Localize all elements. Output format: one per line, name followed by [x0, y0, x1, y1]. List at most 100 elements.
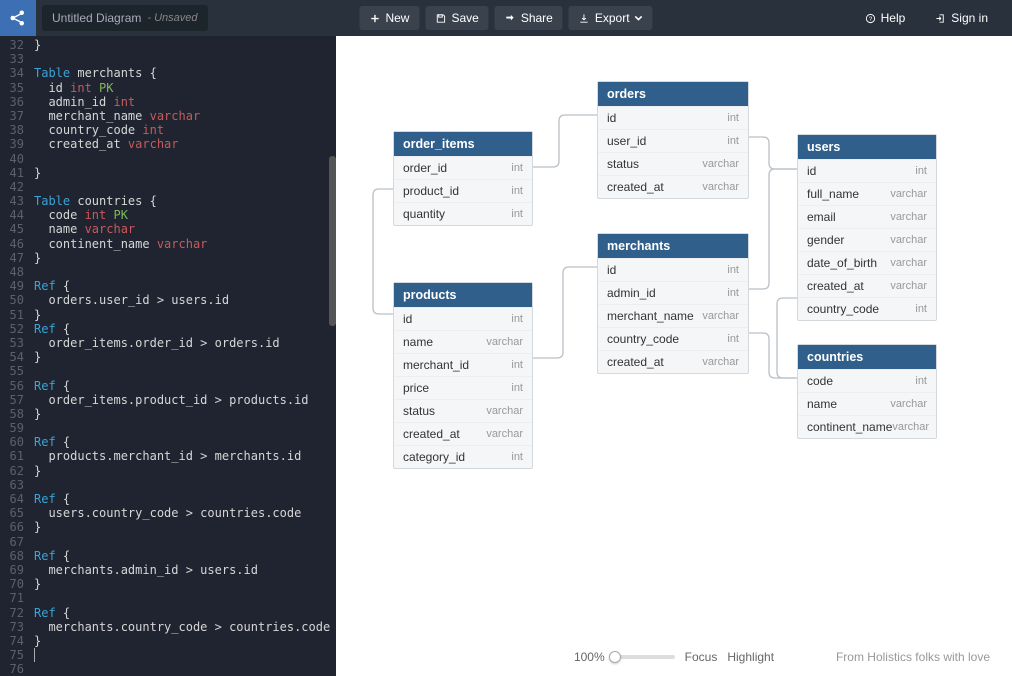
code-line[interactable]: 33 — [0, 52, 336, 66]
code-line[interactable]: 48 — [0, 265, 336, 279]
code-line[interactable]: 54} — [0, 350, 336, 364]
code-line[interactable]: 34Table merchants { — [0, 66, 336, 80]
code-line[interactable]: 50 orders.user_id > users.id — [0, 293, 336, 307]
table-column-row[interactable]: full_namevarchar — [798, 182, 936, 205]
table-merchants[interactable]: merchantsidintadmin_idintmerchant_nameva… — [597, 233, 749, 374]
table-column-row[interactable]: country_codeint — [798, 297, 936, 320]
code-line[interactable]: 72Ref { — [0, 606, 336, 620]
code-line[interactable]: 66} — [0, 520, 336, 534]
code-line[interactable]: 36 admin_id int — [0, 95, 336, 109]
table-column-row[interactable]: idint — [394, 307, 532, 330]
table-column-row[interactable]: statusvarchar — [598, 152, 748, 175]
table-column-row[interactable]: product_idint — [394, 179, 532, 202]
table-column-row[interactable]: namevarchar — [394, 330, 532, 353]
table-header[interactable]: merchants — [598, 234, 748, 258]
code-line[interactable]: 57 order_items.product_id > products.id — [0, 393, 336, 407]
table-column-row[interactable]: created_atvarchar — [798, 274, 936, 297]
table-column-row[interactable]: admin_idint — [598, 281, 748, 304]
table-column-row[interactable]: user_idint — [598, 129, 748, 152]
code-line[interactable]: 62} — [0, 464, 336, 478]
code-line[interactable]: 55 — [0, 364, 336, 378]
save-button[interactable]: Save — [425, 6, 488, 30]
code-line[interactable]: 45 name varchar — [0, 222, 336, 236]
table-column-row[interactable]: date_of_birthvarchar — [798, 251, 936, 274]
table-header[interactable]: order_items — [394, 132, 532, 156]
code-line[interactable]: 64Ref { — [0, 492, 336, 506]
table-column-row[interactable]: idint — [598, 106, 748, 129]
focus-toggle[interactable]: Focus — [685, 650, 718, 664]
code-line[interactable]: 32} — [0, 38, 336, 52]
zoom-slider-knob[interactable] — [609, 651, 621, 663]
table-header[interactable]: users — [798, 135, 936, 159]
table-products[interactable]: productsidintnamevarcharmerchant_idintpr… — [393, 282, 533, 469]
table-column-row[interactable]: created_atvarchar — [598, 350, 748, 373]
code-line[interactable]: 46 continent_name varchar — [0, 237, 336, 251]
code-line[interactable]: 56Ref { — [0, 379, 336, 393]
table-column-row[interactable]: order_idint — [394, 156, 532, 179]
table-column-row[interactable]: merchant_namevarchar — [598, 304, 748, 327]
code-line[interactable]: 65 users.country_code > countries.code — [0, 506, 336, 520]
table-order-items[interactable]: order_itemsorder_idintproduct_idintquant… — [393, 131, 533, 226]
table-column-row[interactable]: created_atvarchar — [394, 422, 532, 445]
table-users[interactable]: usersidintfull_namevarcharemailvarcharge… — [797, 134, 937, 321]
table-column-row[interactable]: created_atvarchar — [598, 175, 748, 198]
export-button[interactable]: Export — [569, 6, 653, 30]
table-column-row[interactable]: idint — [798, 159, 936, 182]
code-line[interactable]: 75 — [0, 648, 336, 662]
table-column-row[interactable]: category_idint — [394, 445, 532, 468]
app-logo[interactable] — [0, 0, 36, 36]
table-orders[interactable]: ordersidintuser_idintstatusvarcharcreate… — [597, 81, 749, 199]
code-line[interactable]: 73 merchants.country_code > countries.co… — [0, 620, 336, 634]
code-line[interactable]: 76 — [0, 662, 336, 676]
table-header[interactable]: products — [394, 283, 532, 307]
document-title-box[interactable]: Untitled Diagram - Unsaved — [42, 5, 208, 31]
table-column-row[interactable]: emailvarchar — [798, 205, 936, 228]
scrollbar-thumb[interactable] — [329, 156, 336, 326]
code-line[interactable]: 67 — [0, 535, 336, 549]
code-line[interactable]: 68Ref { — [0, 549, 336, 563]
code-line[interactable]: 61 products.merchant_id > merchants.id — [0, 449, 336, 463]
diagram-canvas[interactable]: order_itemsorder_idintproduct_idintquant… — [336, 36, 1012, 676]
code-line[interactable]: 53 order_items.order_id > orders.id — [0, 336, 336, 350]
share-button[interactable]: Share — [495, 6, 563, 30]
signin-button[interactable]: Sign in — [925, 6, 998, 30]
table-column-row[interactable]: statusvarchar — [394, 399, 532, 422]
code-line[interactable]: 59 — [0, 421, 336, 435]
code-line[interactable]: 42 — [0, 180, 336, 194]
code-line[interactable]: 44 code int PK — [0, 208, 336, 222]
code-line[interactable]: 43Table countries { — [0, 194, 336, 208]
table-column-row[interactable]: namevarchar — [798, 392, 936, 415]
code-line[interactable]: 74} — [0, 634, 336, 648]
code-line[interactable]: 51} — [0, 308, 336, 322]
code-editor[interactable]: 32}3334Table merchants {35 id int PK36 a… — [0, 36, 336, 676]
code-line[interactable]: 35 id int PK — [0, 81, 336, 95]
editor-scrollbar[interactable] — [329, 36, 336, 676]
code-line[interactable]: 60Ref { — [0, 435, 336, 449]
table-column-row[interactable]: idint — [598, 258, 748, 281]
new-button[interactable]: New — [359, 6, 419, 30]
code-line[interactable]: 71 — [0, 591, 336, 605]
code-line[interactable]: 47} — [0, 251, 336, 265]
code-line[interactable]: 49Ref { — [0, 279, 336, 293]
table-countries[interactable]: countriescodeintnamevarcharcontinent_nam… — [797, 344, 937, 439]
table-column-row[interactable]: merchant_idint — [394, 353, 532, 376]
code-line[interactable]: 40 — [0, 152, 336, 166]
table-column-row[interactable]: gendervarchar — [798, 228, 936, 251]
zoom-slider[interactable] — [615, 655, 675, 659]
code-line[interactable]: 41} — [0, 166, 336, 180]
code-line[interactable]: 37 merchant_name varchar — [0, 109, 336, 123]
table-column-row[interactable]: quantityint — [394, 202, 532, 225]
code-line[interactable]: 63 — [0, 478, 336, 492]
code-line[interactable]: 58} — [0, 407, 336, 421]
table-column-row[interactable]: country_codeint — [598, 327, 748, 350]
table-column-row[interactable]: codeint — [798, 369, 936, 392]
code-line[interactable]: 70} — [0, 577, 336, 591]
code-line[interactable]: 38 country_code int — [0, 123, 336, 137]
table-column-row[interactable]: continent_namevarchar — [798, 415, 936, 438]
table-column-row[interactable]: priceint — [394, 376, 532, 399]
code-line[interactable]: 39 created_at varchar — [0, 137, 336, 151]
highlight-toggle[interactable]: Highlight — [727, 650, 774, 664]
code-line[interactable]: 52Ref { — [0, 322, 336, 336]
code-line[interactable]: 69 merchants.admin_id > users.id — [0, 563, 336, 577]
table-header[interactable]: orders — [598, 82, 748, 106]
